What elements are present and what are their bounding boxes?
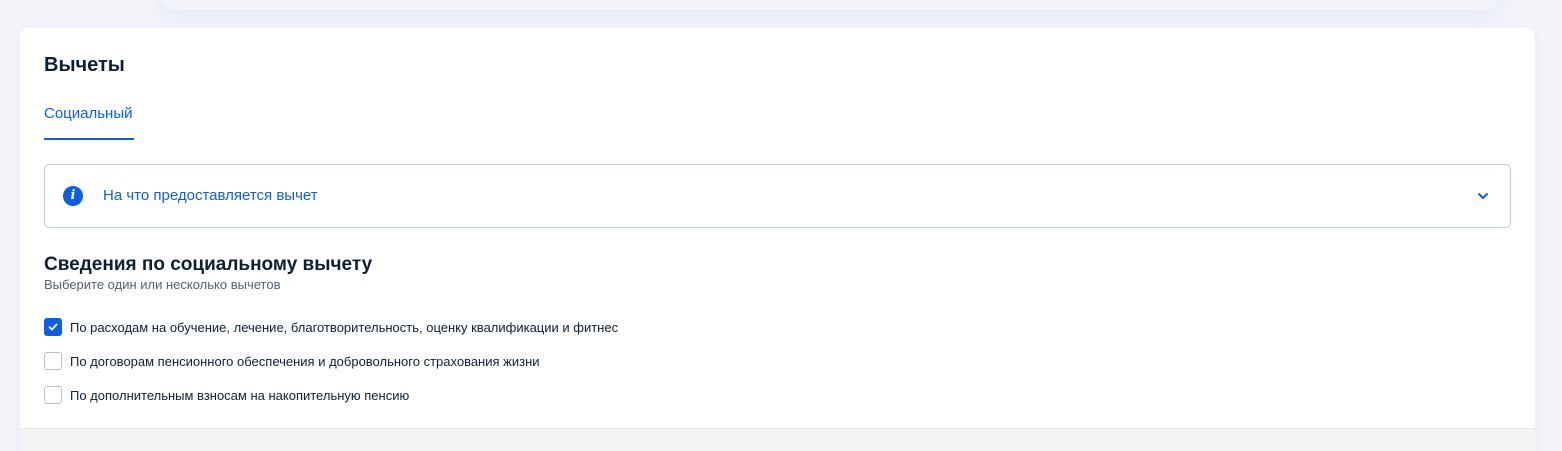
accordion-label: На что предоставляется вычет [103, 187, 318, 204]
deductions-card: Вычеты Социальный i На что предоставляет… [20, 28, 1535, 451]
tab-bar: Социальный [44, 100, 134, 140]
checkbox-label: По расходам на обучение, лечение, благот… [70, 319, 619, 335]
section-title: Сведения по социальному вычету [44, 254, 373, 275]
footer-band [20, 428, 1535, 451]
checkbox-label: По дополнительным взносам на накопительн… [70, 387, 410, 403]
checkbox-option-education[interactable]: По расходам на обучение, лечение, благот… [44, 318, 618, 336]
deduction-info-accordion[interactable]: i На что предоставляется вычет [44, 164, 1511, 228]
checkbox-unchecked[interactable] [44, 352, 62, 370]
checkbox-label: По договорам пенсионного обеспечения и д… [70, 353, 540, 369]
header-shadow [160, 0, 1500, 10]
checkbox-option-pension-insurance[interactable]: По договорам пенсионного обеспечения и д… [44, 352, 540, 370]
section-subtitle: Выберите один или несколько вычетов [44, 277, 281, 292]
checkbox-checked[interactable] [44, 318, 62, 336]
tab-social-label: Социальный [44, 105, 133, 122]
checkbox-option-funded-pension[interactable]: По дополнительным взносам на накопительн… [44, 386, 409, 404]
tab-active-indicator [44, 138, 134, 140]
info-icon: i [63, 186, 83, 206]
checkbox-unchecked[interactable] [44, 386, 62, 404]
tab-social[interactable]: Социальный [44, 100, 134, 140]
checkmark-icon [48, 323, 58, 331]
card-title: Вычеты [44, 54, 125, 76]
chevron-down-icon[interactable] [1476, 189, 1490, 203]
